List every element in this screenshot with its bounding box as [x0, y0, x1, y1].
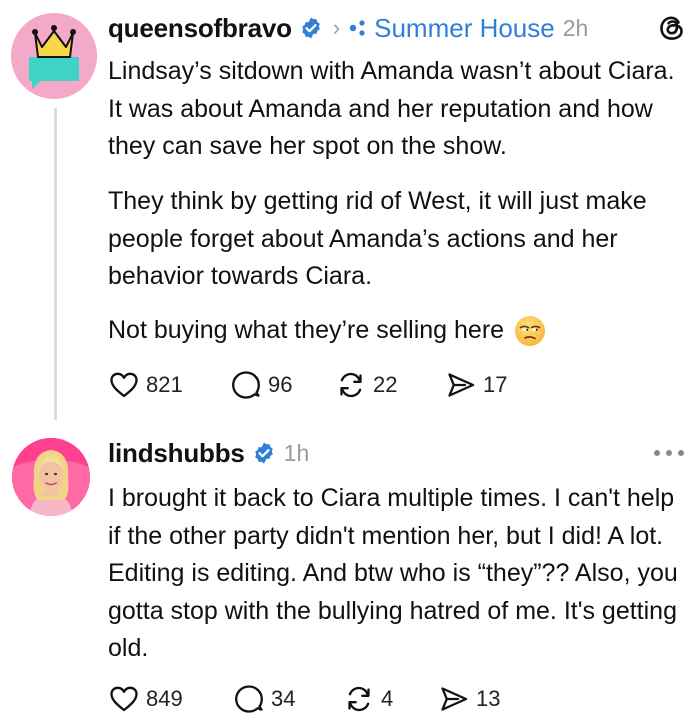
- post-actions: 821 96 22 17: [108, 369, 507, 401]
- post-paragraph-text: Not buying what they’re selling here: [108, 316, 505, 344]
- avatar[interactable]: [11, 13, 97, 99]
- share-button[interactable]: 13: [438, 683, 500, 715]
- community-dots-icon: [348, 18, 368, 38]
- share-icon: [441, 687, 468, 711]
- repost-icon: [340, 372, 362, 398]
- post-actions: 849 34 4 13: [108, 683, 500, 715]
- share-icon: [448, 373, 475, 397]
- post-paragraph-last: Not buying what they’re selling here: [108, 312, 680, 350]
- profile-photo-icon: [12, 438, 90, 516]
- reply-button[interactable]: 34: [233, 683, 343, 715]
- repost-count: 4: [381, 686, 394, 711]
- post-header: lindshubbs 1h: [108, 433, 688, 473]
- verified-badge-icon: [252, 441, 276, 465]
- threads-logo-icon[interactable]: [656, 12, 688, 44]
- reply-icon: [232, 371, 260, 399]
- verified-badge-icon: [299, 16, 323, 40]
- post-timestamp: 1h: [283, 439, 310, 466]
- thread-post: queensofbravo › Summer House 2h Lindsay’…: [0, 0, 700, 425]
- avatar[interactable]: [12, 438, 90, 516]
- repost-count: 22: [373, 372, 398, 397]
- like-button[interactable]: 849: [108, 683, 233, 715]
- like-count: 821: [146, 372, 183, 397]
- heart-icon: [110, 686, 138, 712]
- repost-button[interactable]: 4: [343, 683, 438, 715]
- post-text: I brought it back to Ciara multiple time…: [108, 484, 678, 662]
- post-paragraph: They think by getting rid of West, it wi…: [108, 187, 647, 290]
- post-timestamp: 2h: [562, 14, 589, 41]
- reply-icon: [235, 685, 263, 713]
- share-count: 17: [483, 372, 508, 397]
- chevron-right-icon: ›: [332, 15, 341, 40]
- share-button[interactable]: 17: [445, 369, 507, 401]
- crown-chat-logo-icon: [11, 13, 97, 99]
- thread-connector-line: [54, 108, 57, 420]
- more-options-icon[interactable]: [652, 448, 686, 458]
- community-link[interactable]: Summer House: [374, 13, 555, 44]
- like-button[interactable]: 821: [108, 369, 230, 401]
- reply-button[interactable]: 96: [230, 369, 335, 401]
- username[interactable]: queensofbravo: [108, 13, 292, 44]
- unamused-face-icon: [514, 315, 546, 347]
- share-count: 13: [476, 686, 501, 711]
- like-count: 849: [146, 686, 183, 711]
- repost-icon: [348, 686, 370, 712]
- post-header: queensofbravo › Summer House 2h: [108, 8, 688, 48]
- repost-button[interactable]: 22: [335, 369, 445, 401]
- thread-post: lindshubbs 1h I brought it back to Ciara…: [0, 425, 700, 725]
- reply-count: 96: [268, 372, 293, 397]
- heart-icon: [110, 372, 138, 398]
- post-paragraph: Lindsay’s sitdown with Amanda wasn’t abo…: [108, 57, 675, 160]
- username[interactable]: lindshubbs: [108, 438, 245, 469]
- reply-count: 34: [271, 686, 296, 711]
